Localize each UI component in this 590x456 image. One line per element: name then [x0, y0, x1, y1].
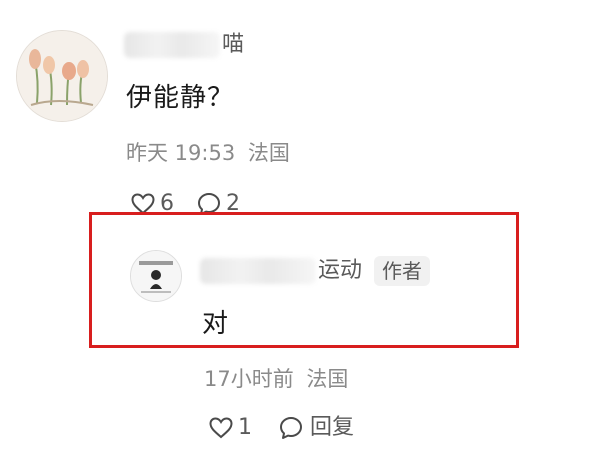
reply-button[interactable]: 回复 — [278, 412, 354, 444]
avatar[interactable] — [16, 30, 108, 122]
person-silhouette-icon — [131, 251, 181, 301]
redacted-username — [124, 32, 220, 58]
flower-illustration-icon — [17, 31, 107, 121]
reply-text: 对 — [202, 309, 229, 339]
reply-location: 法国 — [306, 367, 349, 391]
comment-time: 昨天 19:53 — [126, 141, 236, 165]
reply-like-button[interactable]: 1 — [208, 412, 252, 444]
comment-location: 法国 — [247, 141, 290, 165]
username[interactable]: 喵 — [124, 28, 244, 62]
reply-time: 17小时前 — [204, 367, 294, 391]
speech-bubble-outline-icon — [280, 417, 302, 439]
reply-username[interactable]: 运动 作者 — [200, 254, 431, 288]
reply-meta: 17小时前 法国 — [204, 364, 348, 394]
username-visible-part: 喵 — [222, 32, 245, 57]
reply-username-visible-part: 运动 — [318, 258, 363, 283]
comment-thread: 喵 伊能静？ 昨天 19:53 法国 6 2 运动 作者 对 17小时前 法国 … — [0, 0, 590, 456]
comment-meta: 昨天 19:53 法国 — [126, 138, 290, 168]
comment-text: 伊能静？ — [126, 83, 235, 113]
reply-avatar[interactable] — [130, 250, 182, 302]
redacted-username — [200, 258, 316, 284]
reply-button-label: 回复 — [310, 415, 355, 440]
heart-outline-icon — [209, 417, 233, 439]
reply-actions: 1 回复 — [208, 412, 354, 444]
reply-like-count: 1 — [238, 415, 252, 440]
author-badge: 作者 — [374, 256, 431, 286]
